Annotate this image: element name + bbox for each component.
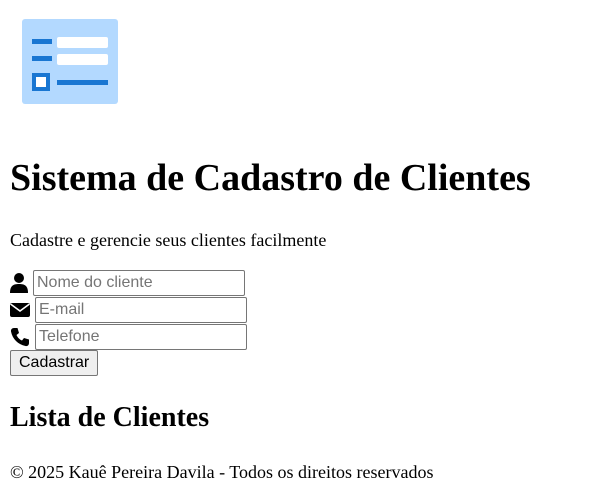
envelope-icon xyxy=(10,300,30,320)
name-field-row xyxy=(10,270,245,296)
footer-copyright: © 2025 Kauê Pereira Davila - Todos os di… xyxy=(10,462,434,482)
email-field-row xyxy=(10,297,247,323)
phone-field-row xyxy=(10,324,247,350)
page-subtitle: Cadastre e gerencie seus clientes facilm… xyxy=(10,230,327,250)
phone-icon xyxy=(10,327,30,347)
client-list-title: Lista de Clientes xyxy=(10,402,210,433)
register-button[interactable]: Cadastrar xyxy=(10,350,99,376)
phone-input[interactable] xyxy=(35,324,247,350)
email-input[interactable] xyxy=(35,297,247,323)
user-icon xyxy=(10,273,28,293)
client-list-logo-icon xyxy=(22,19,118,104)
page-title: Sistema de Cadastro de Clientes xyxy=(10,157,531,199)
client-name-input[interactable] xyxy=(33,270,245,296)
